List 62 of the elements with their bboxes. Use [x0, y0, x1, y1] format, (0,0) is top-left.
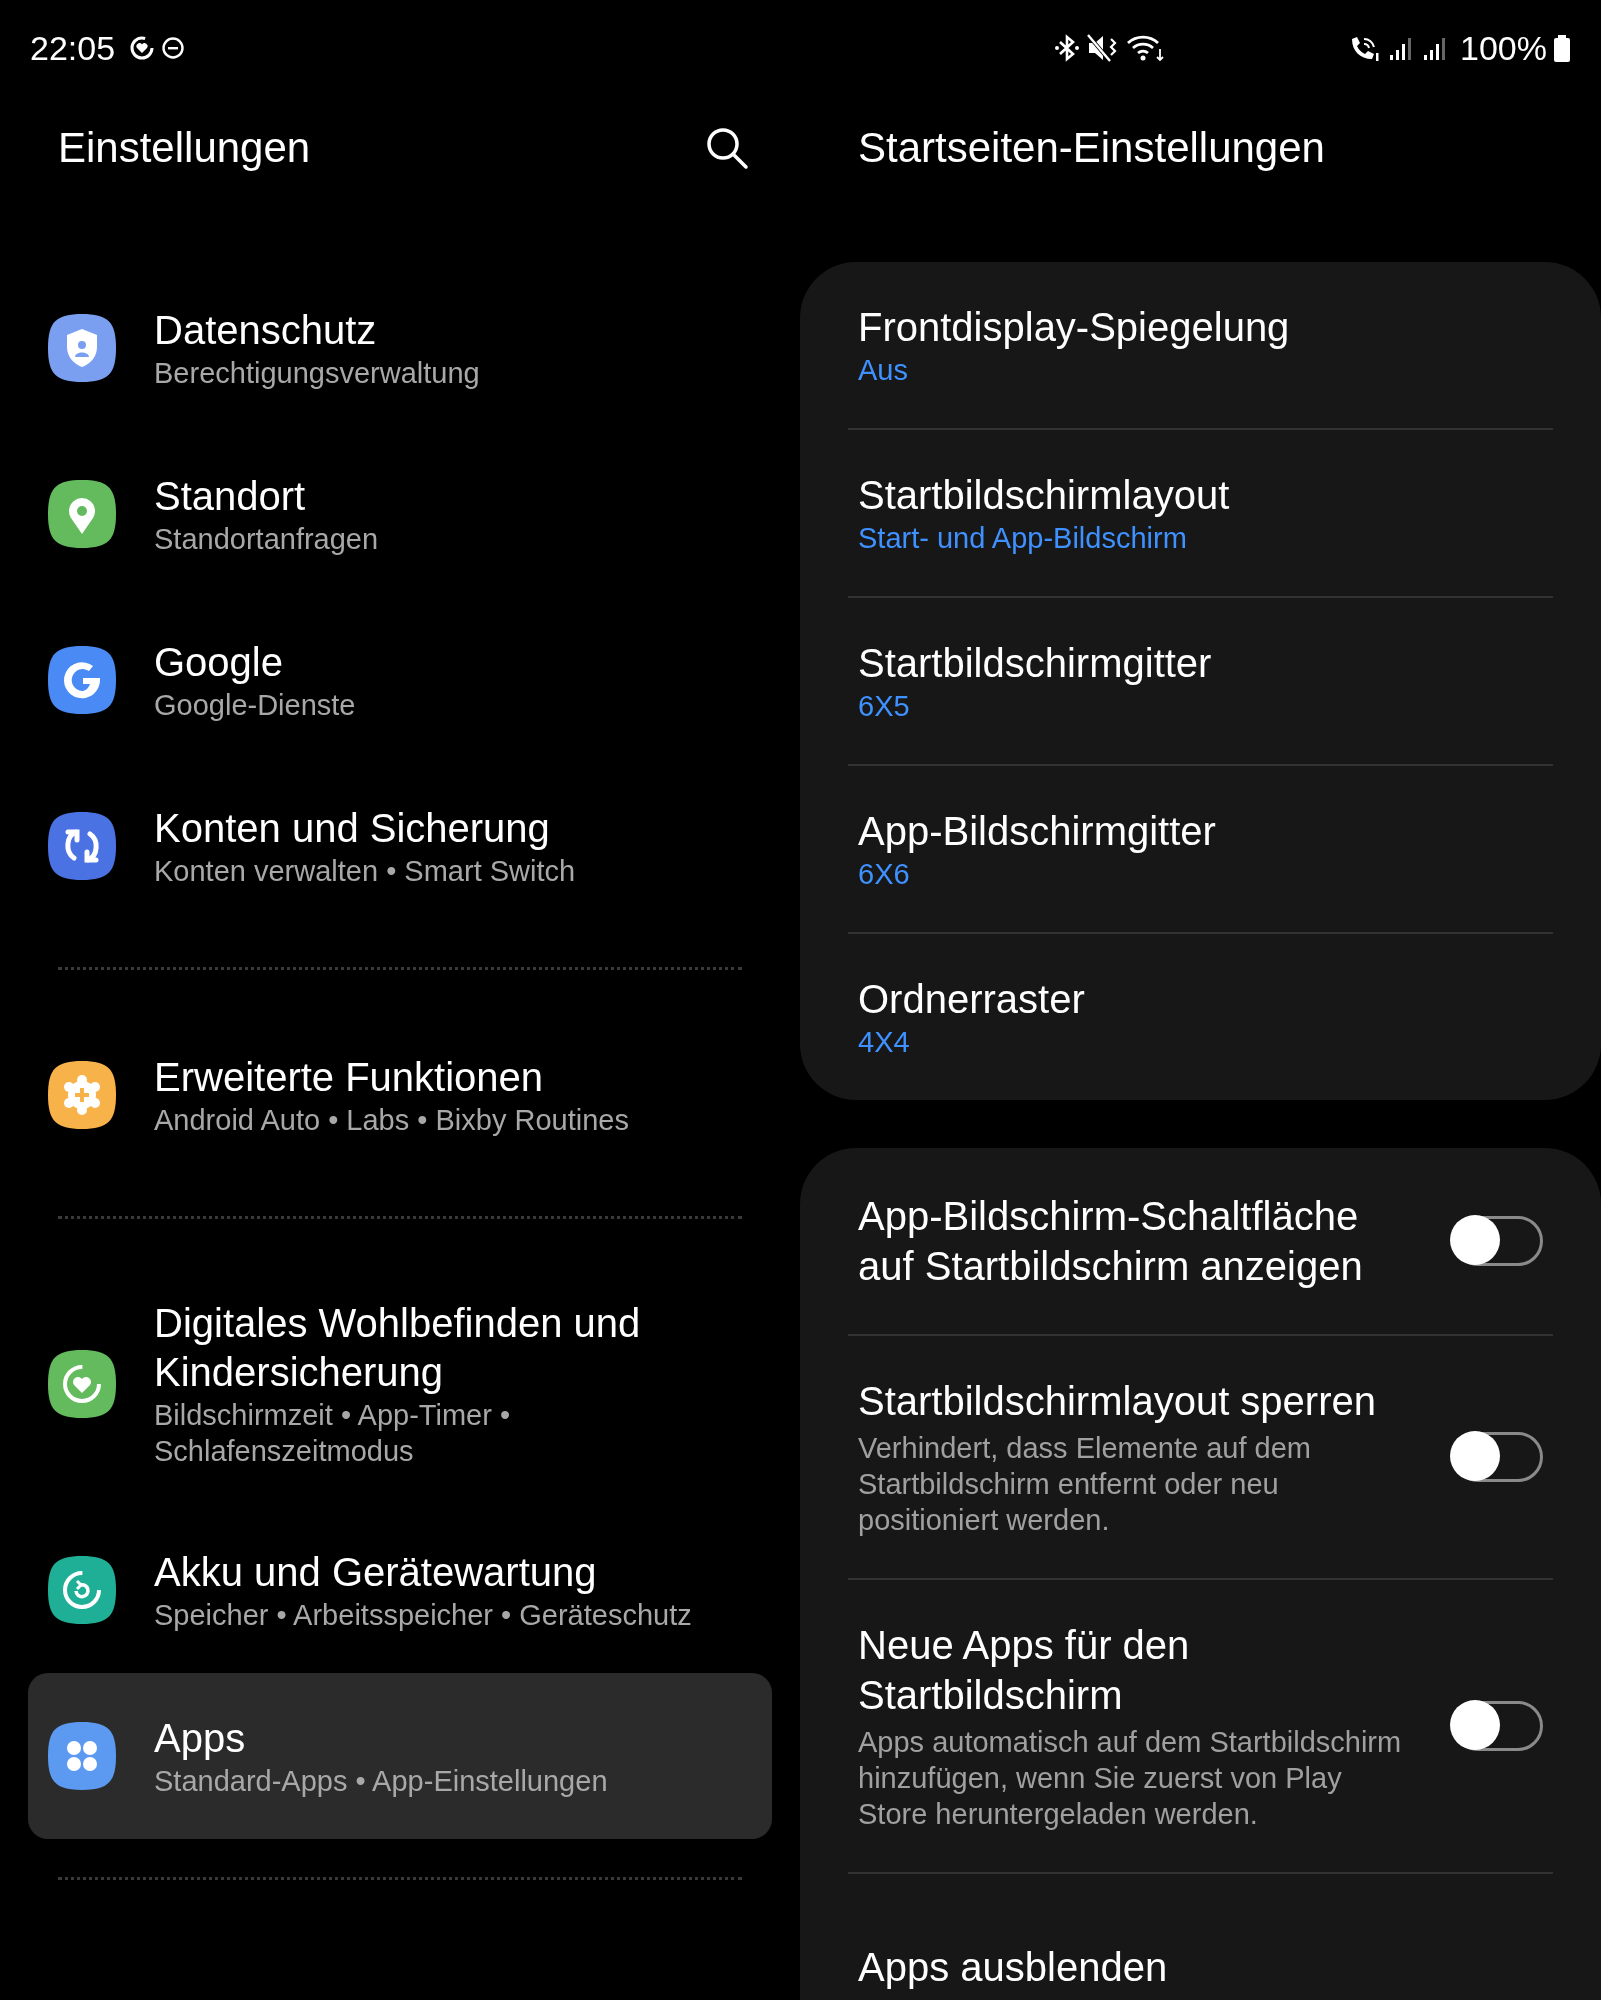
item-title: Datenschutz — [154, 306, 378, 354]
settings-item[interactable]: Akku und Gerätewartung Speicher • Arbeitsspeicher • Geräteschutz — [28, 1507, 772, 1673]
item-title: Akku und Gerätewartung — [154, 1548, 598, 1596]
page-title: Startseiten-Einstellungen — [858, 124, 1325, 172]
setting-title: Startbildschirmgitter — [858, 640, 1213, 687]
search-icon[interactable] — [704, 125, 750, 171]
setting-title: Neue Apps für den Startbildschirm — [858, 1622, 1191, 1719]
wifi-icon — [1126, 33, 1167, 63]
item-subtitle: Standard-Apps • App-Einstellungen — [154, 1763, 609, 1799]
toggle-switch[interactable] — [1453, 1701, 1543, 1751]
setting-title: App-Bildschirmgitter — [858, 808, 1217, 855]
setting-description: Verhindert, dass Elemente auf dem Startbildschirm entfernt oder neu positioniert werden. — [858, 1431, 1312, 1538]
item-subtitle: Speicher • Arbeitsspeicher • Geräteschutz — [154, 1597, 693, 1633]
setting-value: Aus — [858, 353, 909, 388]
settings-item[interactable]: Konten und Sicherung Konten verwalten • Smart Switch — [28, 763, 772, 929]
setting-title: Apps ausblenden — [858, 1944, 1169, 1991]
setting-title: App-Bildschirm-Schaltfläche auf Startbildschirm anzeigen — [858, 1193, 1364, 1290]
item-title: Apps — [154, 1714, 247, 1762]
setting-title: Startbildschirmlayout sperren — [858, 1378, 1377, 1425]
item-subtitle: Android Auto • Labs • Bixby Routines — [154, 1102, 630, 1138]
settings-item[interactable]: Apps Standard-Apps • App-Einstellungen — [28, 1673, 772, 1839]
setting-title: Frontdisplay-Spiegelung — [858, 304, 1291, 351]
setting-title: Startbildschirmlayout — [858, 472, 1231, 519]
settings-item[interactable]: Erweiterte Funktionen Android Auto • Labs • Bixby Routines — [28, 1012, 772, 1178]
settings-item[interactable]: Digitales Wohlbefinden und Kindersicherung Bildschirmzeit • App-Timer • Schlafenszeitmodus — [28, 1261, 772, 1507]
item-title: Konten und Sicherung — [154, 804, 551, 852]
setting-row[interactable]: Ordnerraster 4X4 — [800, 934, 1601, 1100]
settings-item[interactable]: Google Google-Dienste — [28, 597, 772, 763]
settings-item[interactable]: Standort Standortanfragen — [28, 431, 772, 597]
do-not-disturb-icon — [161, 36, 186, 60]
battery-percentage: 100% — [1460, 28, 1547, 68]
clock-time: 22:05 — [30, 28, 116, 68]
setting-title: Ordnerraster — [858, 976, 1086, 1023]
setting-description: Apps automatisch auf dem Startbildschirm hinzufügen, wenn Sie zuerst von Play Store heruntergeladen werden. — [858, 1725, 1403, 1832]
setting-value: 6X6 — [858, 857, 911, 892]
bluetooth-icon — [1054, 33, 1081, 63]
item-subtitle: Berechtigungsverwaltung — [154, 355, 481, 391]
setting-value: 6X5 — [858, 689, 911, 724]
toggle-switch[interactable] — [1453, 1432, 1543, 1482]
item-title: Standort — [154, 472, 307, 520]
item-subtitle: Bildschirmzeit • App-Timer • Schlafenszeitmodus — [154, 1398, 512, 1469]
setting-row[interactable]: Neue Apps für den Startbildschirm Apps automatisch auf dem Startbildschirm hinzufügen, wenn Sie zuerst von Play Store heruntergeladen werden. — [800, 1580, 1601, 1872]
item-subtitle: Standortanfragen — [154, 521, 380, 557]
setting-value: 4X4 — [858, 1025, 911, 1060]
setting-row[interactable]: Startbildschirmlayout sperren Verhindert, dass Elemente auf dem Startbildschirm entfernt oder neu positioniert werden. — [800, 1336, 1601, 1578]
setting-row[interactable]: App-Bildschirm-Schaltfläche auf Startbildschirm anzeigen — [800, 1148, 1601, 1334]
item-subtitle: Google-Dienste — [154, 687, 357, 723]
setting-row[interactable]: Apps ausblenden — [800, 1874, 1601, 2000]
setting-value: Start- und App-Bildschirm — [858, 521, 1188, 556]
item-title: Google — [154, 638, 284, 686]
battery-icon — [1553, 33, 1571, 63]
setting-row[interactable]: Startbildschirmgitter 6X5 — [800, 598, 1601, 764]
page-title: Einstellungen — [58, 124, 311, 172]
item-subtitle: Konten verwalten • Smart Switch — [154, 853, 577, 889]
setting-row[interactable]: Frontdisplay-Spiegelung Aus — [800, 262, 1601, 428]
setting-row[interactable]: App-Bildschirmgitter 6X6 — [800, 766, 1601, 932]
item-title: Digitales Wohlbefinden und Kindersicherung — [154, 1300, 642, 1396]
toggle-switch[interactable] — [1453, 1216, 1543, 1266]
item-title: Erweiterte Funktionen — [154, 1053, 545, 1101]
heart-circle-icon — [129, 35, 156, 61]
settings-item[interactable]: Datenschutz Berechtigungsverwaltung — [28, 265, 772, 431]
setting-row[interactable]: Startbildschirmlayout Start- und App-Bildschirm — [800, 430, 1601, 596]
